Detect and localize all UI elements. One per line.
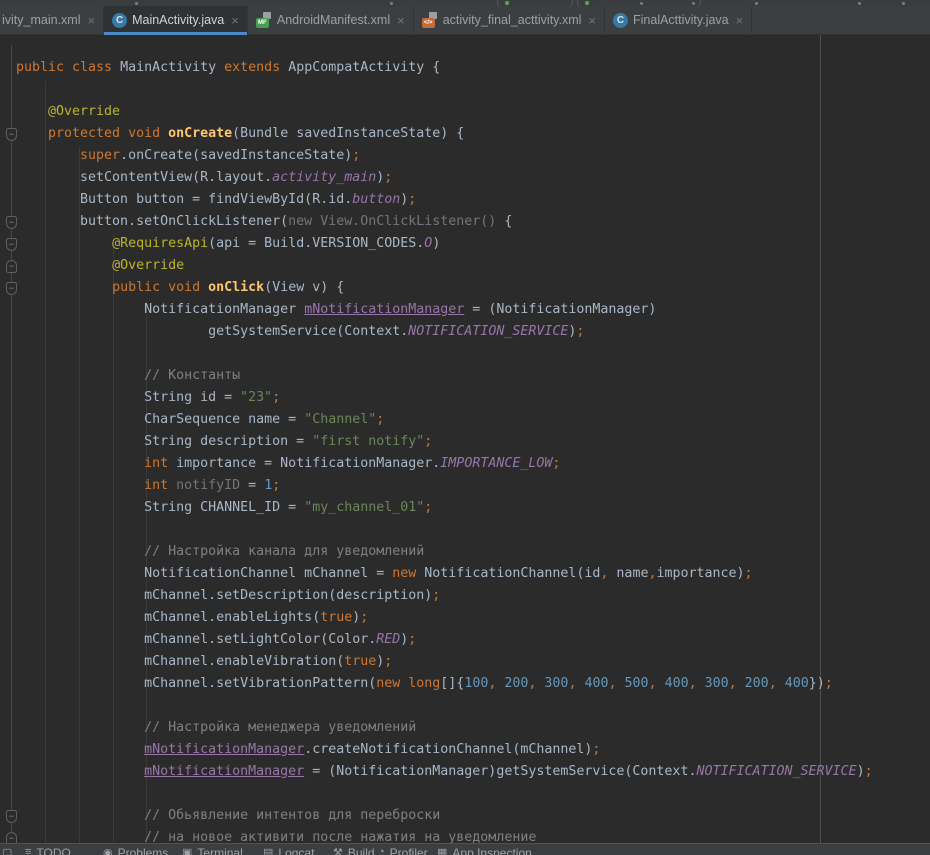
code-line: mChannel.enableVibration(true); — [16, 651, 873, 673]
fold-marker-icon[interactable]: − — [6, 260, 17, 273]
code-line: CharSequence name = "Channel"; — [16, 409, 873, 431]
tool-window-button-problems[interactable]: ◉ Problems — [103, 846, 168, 855]
toolbar-icon — [858, 2, 861, 5]
code-line: NotificationChannel mChannel = new Notif… — [16, 563, 873, 585]
tool-window-label: App Inspection — [452, 846, 531, 855]
tool-window-bar: ▢ ≡ TODO ◉ Problems ▣ Terminal ▤ Logcat ⚒ Build◔ P… — [0, 843, 930, 855]
code-line: mNotificationManager = (NotificationMana… — [16, 761, 873, 783]
fold-marker-icon[interactable]: − — [6, 216, 17, 229]
tab-label: activity_final_acttivity.xml — [443, 13, 582, 27]
tool-window-label: TODO — [36, 846, 70, 855]
code-line: public void onClick(View v) { — [16, 277, 873, 299]
code-line: // Настройка канала для уведомлений — [16, 541, 873, 563]
fold-marker-icon[interactable]: − — [6, 128, 17, 141]
run-icon — [505, 1, 509, 5]
code-line: mChannel.setDescription(description); — [16, 585, 873, 607]
toolbar-icon — [755, 2, 758, 5]
folding-outline-line — [11, 45, 12, 843]
tool-window-button-build[interactable]: ⚒ Build — [333, 846, 375, 855]
code-line: // Настройка менеджера уведомлений — [16, 717, 873, 739]
tool-window-button-logcat[interactable]: ▤ Logcat — [263, 846, 314, 855]
code-text: public class MainActivity extends AppCom… — [16, 57, 873, 849]
toolbar-icon — [390, 2, 393, 5]
java-class-icon: C — [613, 13, 628, 28]
android-studio-window: ivity_main.xml × C MainActivity.java × MF Andr… — [0, 0, 930, 855]
toolbar-icon — [135, 2, 138, 5]
tab-label: MainActivity.java — [132, 13, 224, 27]
tool-window-label: Profiler — [390, 846, 428, 855]
tab-FinalActtivity.java[interactable]: C FinalActtivity.java × — [605, 6, 752, 34]
tool-window-label: Build — [348, 846, 375, 855]
toolbar-icon — [902, 2, 905, 5]
device-online-icon — [585, 1, 589, 5]
code-line: int notifyID = 1; — [16, 475, 873, 497]
close-tab-icon[interactable]: × — [736, 14, 744, 27]
code-line: getSystemService(Context.NOTIFICATION_SE… — [16, 321, 873, 343]
profiler-icon: ◔ — [378, 846, 385, 855]
close-tab-icon[interactable]: × — [397, 14, 405, 27]
code-line: int importance = NotificationManager.IMP… — [16, 453, 873, 475]
code-line: mChannel.enableLights(true); — [16, 607, 873, 629]
tab-MainActivity.java[interactable]: C MainActivity.java × — [104, 6, 248, 34]
tab-label: FinalActtivity.java — [633, 13, 729, 27]
tool-window-button-app-inspection[interactable]: ▦ App Inspection — [437, 846, 532, 855]
tool-window-switcher-icon[interactable]: ▢ — [2, 846, 12, 855]
close-tab-icon[interactable]: × — [231, 14, 239, 27]
tab-label: AndroidManifest.xml — [277, 13, 390, 27]
code-line: @Override — [16, 255, 873, 277]
code-line: @RequiresApi(api = Build.VERSION_CODES.O… — [16, 233, 873, 255]
build-hammer-icon: ⚒ — [333, 846, 343, 855]
code-line — [16, 519, 873, 541]
code-line: button.setOnClickListener(new View.OnCli… — [16, 211, 873, 233]
app-inspection-icon: ▦ — [437, 846, 447, 855]
fold-marker-icon[interactable]: − — [6, 282, 17, 295]
tool-window-button-terminal[interactable]: ▣ Terminal — [182, 846, 243, 855]
code-line: Button button = findViewById(R.id.button… — [16, 189, 873, 211]
logcat-icon: ▤ — [263, 846, 273, 855]
code-line: @Override — [16, 101, 873, 123]
code-editor[interactable]: public class MainActivity extends AppCom… — [0, 35, 930, 855]
fold-marker-icon[interactable]: − — [6, 810, 17, 823]
code-line: String CHANNEL_ID = "my_channel_01"; — [16, 497, 873, 519]
code-line: // Константы — [16, 365, 873, 387]
code-line — [16, 783, 873, 805]
code-line: setContentView(R.layout.activity_main); — [16, 167, 873, 189]
toolbar-icon — [692, 2, 695, 5]
code-line — [16, 695, 873, 717]
problems-icon: ◉ — [103, 846, 113, 855]
tab-activity_final_acttivity.xml[interactable]: </> activity_final_acttivity.xml × — [414, 6, 605, 34]
code-line: public class MainActivity extends AppCom… — [16, 57, 873, 79]
fold-marker-icon[interactable]: − — [6, 238, 17, 251]
code-line: String id = "23"; — [16, 387, 873, 409]
tool-window-button-todo[interactable]: ≡ TODO — [25, 846, 71, 855]
xml-file-icon: </> — [422, 12, 438, 28]
close-tab-icon[interactable]: × — [588, 14, 596, 27]
code-line: String description = "first notify"; — [16, 431, 873, 453]
tool-window-label: Logcat — [278, 846, 314, 855]
code-line: super.onCreate(savedInstanceState); — [16, 145, 873, 167]
code-line: mChannel.setLightColor(Color.RED); — [16, 629, 873, 651]
code-line: // Обьявление интентов для переброски — [16, 805, 873, 827]
tab-label: ivity_main.xml — [2, 13, 81, 27]
code-line: protected void onCreate(Bundle savedInst… — [16, 123, 873, 145]
code-line — [16, 79, 873, 101]
code-line: mNotificationManager.createNotificationC… — [16, 739, 873, 761]
tab-ivity_main.xml[interactable]: ivity_main.xml × — [0, 6, 104, 34]
code-line — [16, 343, 873, 365]
code-line: mChannel.setVibrationPattern(new long[]{… — [16, 673, 873, 695]
toolbar-icon — [640, 2, 643, 5]
terminal-icon: ▣ — [182, 846, 192, 855]
editor-tab-bar: ivity_main.xml × C MainActivity.java × MF Andr… — [0, 6, 930, 35]
code-line: NotificationManager mNotificationManager… — [16, 299, 873, 321]
manifest-file-icon: MF — [256, 12, 272, 28]
todo-icon: ≡ — [25, 846, 31, 855]
java-class-icon: C — [112, 13, 127, 28]
tool-window-label: Problems — [118, 846, 169, 855]
tab-AndroidManifest.xml[interactable]: MF AndroidManifest.xml × — [248, 6, 414, 34]
close-tab-icon[interactable]: × — [88, 14, 96, 27]
tool-window-button-profiler[interactable]: ◔ Profiler — [378, 846, 428, 855]
tool-window-label: Terminal — [197, 846, 242, 855]
